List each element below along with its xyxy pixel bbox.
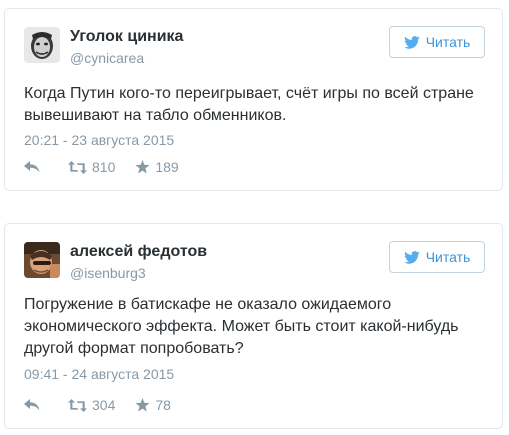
tweet-actions: 810 189 <box>24 159 179 175</box>
like-button[interactable]: 78 <box>135 397 171 413</box>
retweet-icon <box>68 398 87 412</box>
tweet-timestamp[interactable]: 09:41 - 24 августа 2015 <box>24 366 174 382</box>
retweet-count: 810 <box>92 159 116 175</box>
tweet-timestamp[interactable]: 20:21 - 23 августа 2015 <box>24 132 174 148</box>
retweet-icon <box>68 160 87 174</box>
retweet-button[interactable]: 810 <box>68 159 115 175</box>
tweet-card: Уголок циника @cynicarea Читать Когда Пу… <box>4 8 503 191</box>
reply-button[interactable] <box>24 399 40 411</box>
avatar[interactable] <box>24 242 60 278</box>
like-count: 189 <box>155 159 179 175</box>
tweet-actions: 304 78 <box>24 397 171 413</box>
author-handle[interactable]: @cynicarea <box>70 50 144 66</box>
tweet-text: Погружение в батискафе не оказало ожидае… <box>24 296 459 357</box>
avatar[interactable] <box>24 27 60 63</box>
author-name[interactable]: Уголок циника <box>70 28 183 46</box>
reply-icon <box>24 399 40 411</box>
reply-button[interactable] <box>24 161 40 173</box>
author-handle[interactable]: @isenburg3 <box>70 265 146 281</box>
like-count: 78 <box>155 397 171 413</box>
like-button[interactable]: 189 <box>135 159 179 175</box>
star-icon <box>135 160 150 174</box>
retweet-count: 304 <box>92 397 116 413</box>
star-icon <box>135 398 150 412</box>
retweet-button[interactable]: 304 <box>68 397 115 413</box>
tweet-card: алексей федотов @isenburg3 Читать Погруж… <box>4 223 503 429</box>
author-name[interactable]: алексей федотов <box>70 243 207 261</box>
follow-button[interactable]: Читать <box>389 26 485 58</box>
follow-button[interactable]: Читать <box>389 241 485 273</box>
follow-label: Читать <box>425 249 471 265</box>
bird-icon <box>403 250 420 264</box>
follow-label: Читать <box>425 34 471 50</box>
tweet-text: Когда Путин кого-то переигрывает, счёт и… <box>24 85 474 124</box>
bird-icon <box>403 35 420 49</box>
reply-icon <box>24 161 40 173</box>
